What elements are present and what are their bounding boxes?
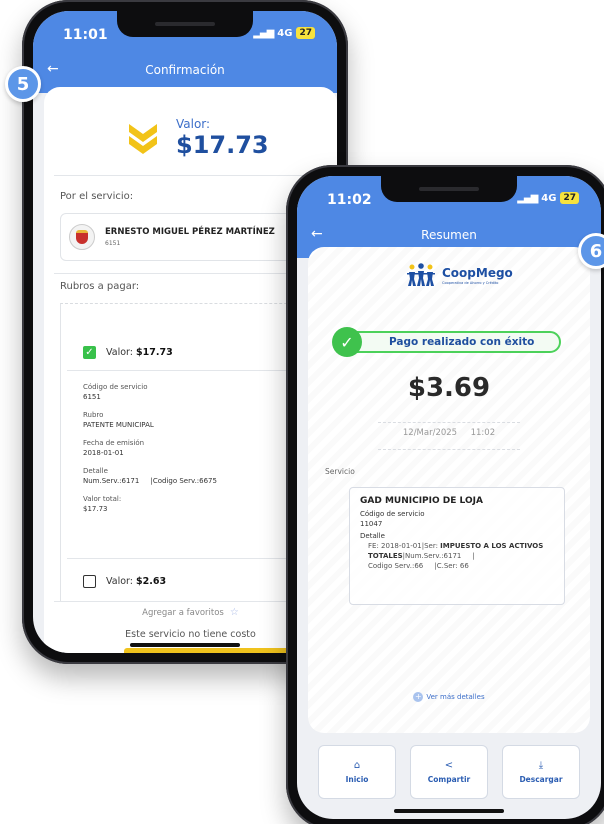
primary-action-edge[interactable] (124, 648, 304, 653)
total-value: $17.73 (83, 505, 108, 513)
ver-mas-label: Ver más detalles (426, 693, 485, 701)
battery-icon: 27 (296, 27, 315, 39)
status-indicators: ▂▄▆ 4G 27 (517, 192, 579, 204)
rubro-row-2[interactable]: Valor: $2.63 (83, 575, 166, 588)
coopmego-logo: CoopMego Cooperativa de Ahorro y Crédito (406, 263, 513, 287)
divider (54, 175, 337, 176)
check-circle-icon: ✓ (332, 327, 362, 357)
home-button-label: Inicio (345, 775, 369, 784)
detalle-label: Detalle (83, 467, 108, 475)
rubro-1-amount: $17.73 (136, 347, 173, 358)
servicio-label: Servicio (325, 467, 355, 476)
logo-name: CoopMego (442, 265, 513, 280)
rubro-1-label: Valor: (106, 347, 133, 358)
expand-icon: + (413, 692, 424, 702)
screen-resumen: 11:02 ▂▄▆ 4G 27 ← Resumen CoopMego Coope… (297, 176, 601, 819)
detalle-label: Detalle (360, 532, 385, 540)
checkbox-unchecked[interactable] (83, 575, 96, 588)
fecha-label: Fecha de emisión (83, 439, 145, 447)
municipal-seal-icon (69, 224, 95, 250)
share-icon: < (444, 760, 454, 771)
por-servicio-label: Por el servicio: (60, 191, 134, 202)
valor-label: Valor: (176, 117, 211, 131)
phone-resumen: 11:02 ▂▄▆ 4G 27 ← Resumen CoopMego Coope… (286, 165, 604, 824)
share-button[interactable]: < Compartir (410, 745, 488, 799)
divider (378, 449, 520, 450)
receipt-card: CoopMego Cooperativa de Ahorro y Crédito… (308, 247, 590, 733)
success-text: Pago realizado con éxito (389, 336, 535, 348)
valor-amount: $17.73 (176, 131, 269, 159)
page-title: Resumen (421, 228, 477, 242)
status-time: 11:01 (63, 27, 108, 43)
detalle-text: FE: 2018-01-01|Ser: IMPUESTO A LOS ACTIV… (360, 541, 554, 571)
status-time: 11:02 (327, 192, 372, 208)
valor-summary: Valor: $17.73 (126, 117, 269, 159)
download-button-label: Descargar (519, 775, 563, 784)
detalle-codes: Codigo Serv.:66 |C.Ser: 66 (368, 562, 469, 570)
detalle-value: Num.Serv.:6171 |Codigo Serv.:6675 (83, 477, 217, 485)
star-icon[interactable]: ☆ (230, 607, 239, 618)
notch (381, 176, 517, 202)
success-banner: Pago realizado con éxito (341, 331, 561, 353)
notch (117, 11, 253, 37)
signal-icon: ▂▄▆ (517, 192, 538, 204)
total-label: Valor total: (83, 495, 122, 503)
service-details: GAD MUNICIPIO DE LOJA Código de servicio… (349, 487, 565, 605)
favoritos-label: Agregar a favoritos (142, 608, 224, 618)
detalle-prefix: FE: 2018-01-01|Ser: (368, 542, 441, 550)
action-buttons: ⌂ Inicio < Compartir ⤓ Descargar (318, 745, 580, 799)
home-indicator (130, 643, 240, 647)
codigo-value: 6151 (83, 393, 101, 401)
rubro-row-1[interactable]: ✓ Valor: $17.73 (83, 346, 173, 359)
rubro-2-label: Valor: (106, 576, 133, 587)
network-label: 4G (277, 27, 293, 39)
logo-tagline: Cooperativa de Ahorro y Crédito (442, 280, 499, 285)
status-indicators: ▂▄▆ 4G 27 (253, 27, 315, 39)
rubro-value: PATENTE MUNICIPAL (83, 421, 154, 429)
detalle-num-serv: |Num.Serv.:6171 | (402, 552, 475, 560)
download-button[interactable]: ⤓ Descargar (502, 745, 580, 799)
payment-datetime: 12/Mar/2025 11:02 (308, 428, 590, 438)
payment-time: 11:02 (470, 428, 496, 438)
codigo-value: 11047 (360, 520, 383, 528)
step-badge-5: 5 (5, 66, 41, 102)
home-icon: ⌂ (353, 760, 361, 771)
download-icon: ⤓ (538, 760, 544, 771)
people-logo-icon (406, 263, 436, 287)
codigo-label: Código de servicio (83, 383, 148, 391)
codigo-label: Código de servicio (360, 510, 425, 518)
fecha-value: 2018-01-01 (83, 449, 124, 457)
payee-name: ERNESTO MIGUEL PÉREZ MARTÍNEZ (105, 227, 275, 237)
signal-icon: ▂▄▆ (253, 27, 274, 39)
rubro-1-details: Código de servicio 6151 Rubro PATENTE MU… (83, 382, 217, 514)
rubros-label: Rubros a pagar: (60, 281, 140, 292)
home-indicator (394, 809, 504, 813)
home-button[interactable]: ⌂ Inicio (318, 745, 396, 799)
network-label: 4G (541, 192, 557, 204)
battery-icon: 27 (560, 192, 579, 204)
share-button-label: Compartir (427, 775, 471, 784)
page-title: Confirmación (145, 63, 225, 77)
rubro-label: Rubro (83, 411, 104, 419)
double-chevron-down-icon (126, 120, 160, 156)
stage: 11:01 ▂▄▆ 4G 27 ← Confirmación Valor: $1… (0, 0, 604, 824)
view-more-details-link[interactable]: + Ver más detalles (308, 692, 590, 702)
rubro-2-amount: $2.63 (136, 576, 167, 587)
service-name: GAD MUNICIPIO DE LOJA (360, 496, 483, 506)
paid-amount: $3.69 (407, 373, 491, 403)
payment-date: 12/Mar/2025 (402, 428, 458, 438)
checkbox-checked[interactable]: ✓ (83, 346, 96, 359)
divider (378, 422, 520, 423)
payee-code: 6151 (105, 240, 121, 247)
